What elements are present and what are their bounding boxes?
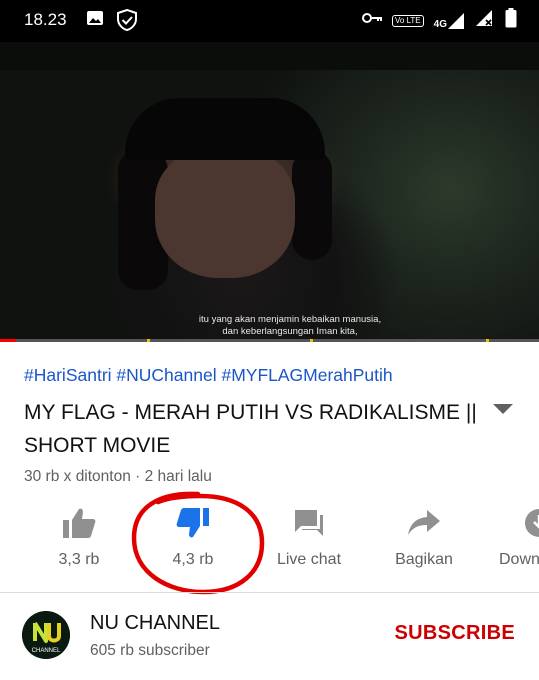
subscriber-count: 605 rb subscriber [90,642,210,659]
share-button[interactable]: Bagikan [369,505,479,569]
image-icon [86,9,104,36]
network-label: 4G [433,18,447,30]
ad-marker [147,339,150,342]
like-button[interactable]: 3,3 rb [24,505,134,569]
dislike-count: 4,3 rb [172,551,214,568]
expand-description-icon[interactable] [493,404,513,414]
status-bar: 18.23 Vo LTE 4G [0,0,539,42]
signal-no-sim-icon [475,9,495,32]
key-icon [362,11,382,30]
video-actions: 3,3 rb 4,3 rb Live chat Bagikan Down [0,505,539,585]
dislike-button[interactable]: 4,3 rb [138,505,248,569]
video-title: MY FLAG - MERAH PUTIH VS RADIKALISME || … [24,401,477,457]
channel-avatar-text: CHANNEL [32,648,61,654]
video-progress-fill [0,339,17,342]
video-frame[interactable]: itu yang akan menjamin kebaikan manusia,… [0,70,539,342]
live-chat-label: Live chat [276,551,342,568]
like-count: 3,3 rb [58,551,100,568]
chat-icon [293,508,325,543]
ad-marker [310,339,313,342]
channel-name[interactable]: NU CHANNEL [90,612,220,635]
video-scene-face [155,148,295,278]
status-time: 18.23 [24,10,67,29]
share-label: Bagikan [395,551,453,568]
ad-marker [486,339,489,342]
subscribe-button[interactable]: SUBSCRIBE [395,622,516,645]
subtitle-line: dan keberlangsungan Iman kita, [222,326,358,337]
video-subtitle: itu yang akan menjamin kebaikan manusia,… [150,314,430,338]
share-icon [407,509,441,541]
network-4g-icon: 4G [434,12,465,30]
section-divider [0,592,539,593]
video-hashtags[interactable]: #HariSantri #NUChannel #MYFLAGMerahPutih [24,365,393,386]
download-label: Down [499,551,539,568]
video-player[interactable]: itu yang akan menjamin kebaikan manusia,… [0,42,539,342]
channel-avatar[interactable]: CHANNEL [22,611,70,659]
live-chat-button[interactable]: Live chat [254,505,364,569]
video-progress-bar[interactable] [0,339,539,342]
thumbs-up-icon [62,507,96,544]
shield-check-icon [116,8,138,36]
battery-icon [505,8,517,33]
video-scene-hair [292,150,332,260]
download-button[interactable]: Down [486,505,539,569]
subtitle-line: itu yang akan menjamin kebaikan manusia, [198,314,382,325]
video-meta: 30 rb x ditonton · 2 hari lalu [24,468,212,485]
video-scene-hat [125,98,325,160]
download-icon [524,508,539,543]
volte-icon: Vo LTE [392,14,424,27]
thumbs-down-icon [176,507,210,544]
volte-label: Vo LTE [395,15,421,25]
